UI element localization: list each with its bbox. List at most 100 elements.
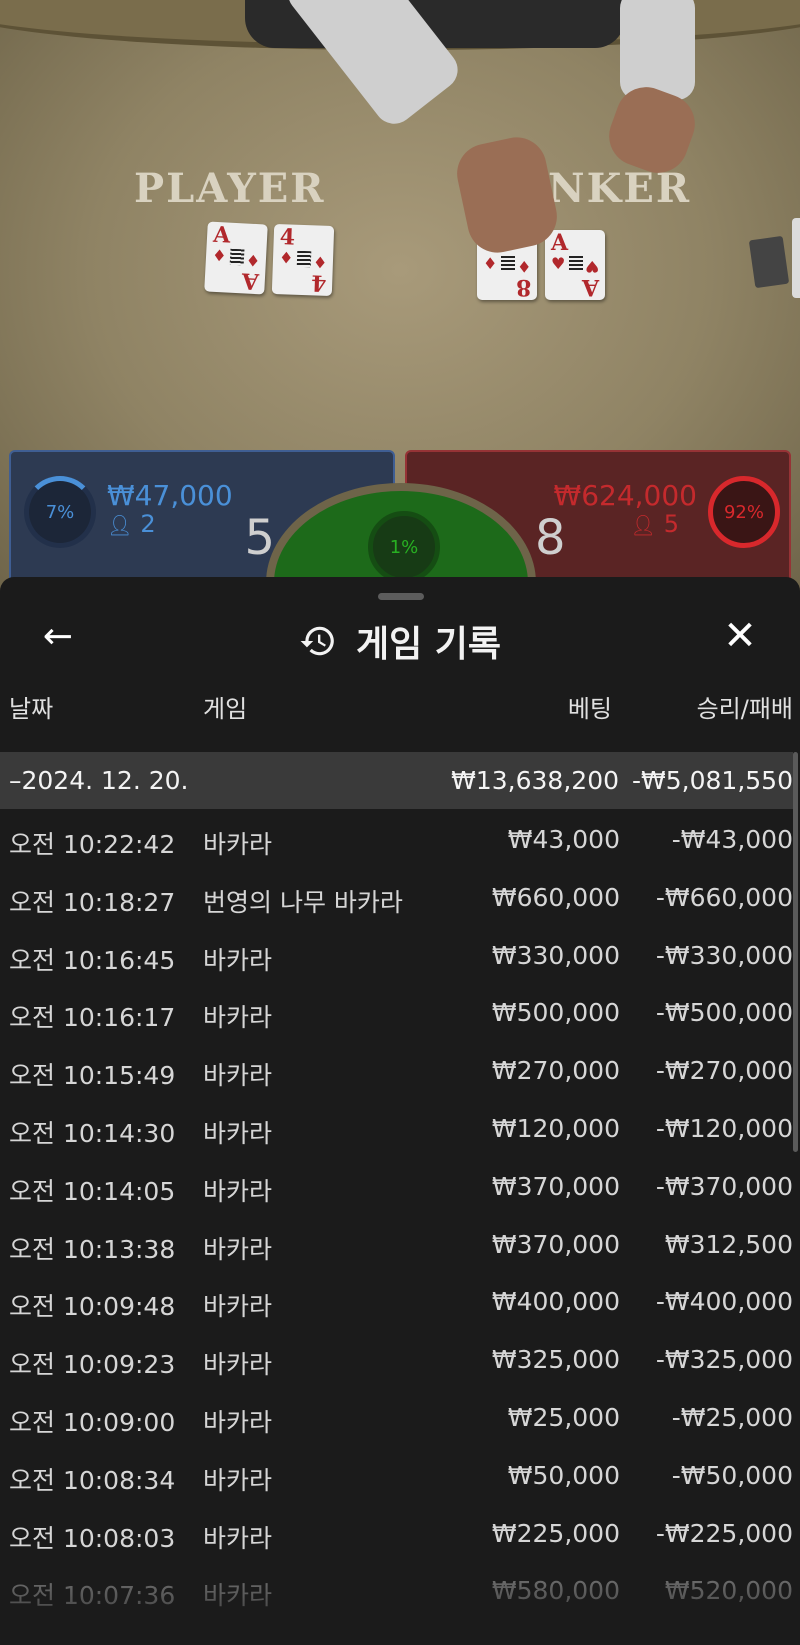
row-bet: ₩325,000 [491, 1345, 620, 1375]
side-scroll-handle[interactable] [792, 218, 800, 298]
row-result: -₩120,000 [655, 1113, 793, 1143]
row-bet: ₩43,000 [507, 825, 620, 854]
table-banker-label: NKER [548, 165, 692, 212]
row-bet: ₩330,000 [491, 940, 620, 970]
banker-card-2: A ♥ A ♥ [545, 230, 605, 300]
date-group-label: –2024. 12. 20. [9, 766, 189, 795]
table-row[interactable]: 오전 10:08:34 바카라 ₩50,000 -₩50,000 [0, 1445, 800, 1503]
row-game: 바카라 [203, 1523, 273, 1553]
banker-score: 8 [535, 510, 566, 566]
player-bet-amount: ₩47,000 [107, 479, 233, 512]
game-history-sheet: ← 게임 기록 ✕ 날짜 게임 베팅 승리/패배 –2024. 12. 20. … [0, 577, 800, 1645]
table-row[interactable]: 오전 10:09:48 바카라 ₩400,000 -₩400,000 [0, 1271, 800, 1329]
row-bet: ₩225,000 [491, 1518, 620, 1548]
row-result: -₩500,000 [655, 998, 793, 1028]
table-row[interactable]: 오전 10:16:45 바카라 ₩330,000 -₩330,000 [0, 925, 800, 983]
row-game: 바카라 [203, 1292, 273, 1322]
list-fade-overlay [0, 1575, 800, 1645]
row-bet: ₩400,000 [491, 1287, 620, 1317]
column-result: 승리/패배 [696, 695, 793, 723]
table-player-label: PLAYER [134, 165, 326, 212]
row-result: -₩330,000 [655, 940, 793, 970]
date-group-row[interactable]: –2024. 12. 20. ₩13,638,200 -₩5,081,550 [0, 752, 793, 809]
table-row[interactable]: 오전 10:13:38 바카라 ₩370,000 ₩312,500 [0, 1214, 800, 1272]
table-row[interactable]: 오전 10:15:49 바카라 ₩270,000 -₩270,000 [0, 1040, 800, 1098]
table-row[interactable]: 오전 10:16:17 바카라 ₩500,000 -₩500,000 [0, 982, 800, 1040]
column-game: 게임 [203, 695, 248, 723]
row-result: -₩50,000 [671, 1460, 793, 1490]
row-bet: ₩660,000 [491, 882, 620, 912]
row-game: 바카라 [203, 1003, 273, 1033]
table-row[interactable]: 오전 10:09:23 바카라 ₩325,000 -₩325,000 [0, 1329, 800, 1387]
row-game: 번영의 나무 바카라 [203, 887, 403, 917]
row-bet: ₩25,000 [507, 1402, 620, 1432]
dealer-arm-right [620, 0, 695, 100]
tie-percent-ring: 1% [368, 511, 440, 583]
sheet-title: 게임 기록 [356, 624, 502, 665]
player-bettor-count: 👤︎ 2 [107, 510, 156, 538]
table-row[interactable]: 오전 10:22:42 바카라 ₩43,000 -₩43,000 [0, 809, 800, 867]
row-bet: ₩50,000 [507, 1460, 620, 1490]
row-game: 바카라 [203, 1465, 273, 1495]
row-bet: ₩270,000 [491, 1056, 620, 1086]
row-game: 바카라 [203, 1407, 273, 1437]
row-time: 오전 10:15:49 [9, 1061, 176, 1091]
close-button[interactable]: ✕ [716, 613, 764, 661]
row-game: 바카라 [203, 1061, 273, 1091]
row-time: 오전 10:13:38 [9, 1234, 176, 1264]
table-row[interactable]: 오전 10:14:05 바카라 ₩370,000 -₩370,000 [0, 1156, 800, 1214]
history-clock-icon [300, 626, 334, 656]
table-row[interactable]: 오전 10:09:00 바카라 ₩25,000 -₩25,000 [0, 1387, 800, 1445]
row-time: 오전 10:16:17 [9, 1003, 176, 1033]
row-game: 바카라 [203, 1350, 273, 1380]
sheet-drag-handle[interactable] [378, 593, 424, 600]
banker-percent-ring: 92% [708, 476, 780, 548]
row-game: 바카라 [203, 1118, 273, 1148]
row-result: -₩370,000 [655, 1171, 793, 1201]
table-row[interactable]: 오전 10:18:27 번영의 나무 바카라 ₩660,000 -₩660,000 [0, 867, 800, 925]
row-result: -₩325,000 [655, 1345, 793, 1375]
person-icon: 👤︎ [107, 513, 133, 537]
player-card-1: A ♦ A ♦ [204, 221, 268, 295]
live-table-video: PLAYER NKER A♦ A♦ 4♦ 4♦ 8♦ 8♦ A♥ A♥ 7% ₩… [0, 0, 800, 600]
player-card-2: 4 ♦ 4 ♦ [271, 223, 335, 297]
row-game: 바카라 [203, 830, 273, 859]
player-percent-ring: 7% [24, 476, 96, 548]
person-icon: 👤︎ [630, 513, 656, 537]
row-result: -₩25,000 [671, 1402, 793, 1432]
row-time: 오전 10:22:42 [9, 830, 176, 859]
row-time: 오전 10:08:34 [9, 1465, 176, 1495]
row-time: 오전 10:16:45 [9, 945, 176, 975]
close-icon: ✕ [723, 613, 757, 659]
banker-bettor-count: 👤︎ 5 [630, 510, 679, 538]
row-bet: ₩500,000 [491, 998, 620, 1028]
row-time: 오전 10:09:48 [9, 1292, 176, 1322]
table-row[interactable]: 오전 10:14:30 바카라 ₩120,000 -₩120,000 [0, 1098, 800, 1156]
banker-bet-amount: ₩624,000 [553, 479, 697, 512]
date-group-bet-total: ₩13,638,200 [451, 766, 619, 795]
row-time: 오전 10:14:30 [9, 1118, 176, 1148]
row-result: ₩312,500 [664, 1229, 793, 1259]
row-result: -₩400,000 [655, 1287, 793, 1317]
row-time: 오전 10:09:00 [9, 1407, 176, 1437]
history-scrollbar[interactable] [793, 752, 798, 1152]
sheet-title-wrap: 게임 기록 [0, 615, 800, 667]
row-bet: ₩370,000 [491, 1171, 620, 1201]
row-game: 바카라 [203, 1176, 273, 1206]
row-result: -₩225,000 [655, 1518, 793, 1548]
row-time: 오전 10:18:27 [9, 887, 176, 917]
row-time: 오전 10:14:05 [9, 1176, 176, 1206]
card-shoe [748, 235, 790, 289]
row-bet: ₩120,000 [491, 1113, 620, 1143]
row-time: 오전 10:09:23 [9, 1350, 176, 1380]
history-column-header: 날짜 게임 베팅 승리/패배 [0, 685, 800, 725]
row-game: 바카라 [203, 945, 273, 975]
sheet-header: ← 게임 기록 ✕ [0, 607, 800, 677]
column-date: 날짜 [9, 695, 54, 723]
row-result: -₩43,000 [671, 825, 793, 854]
table-row[interactable]: 오전 10:08:03 바카라 ₩225,000 -₩225,000 [0, 1503, 800, 1561]
row-game: 바카라 [203, 1234, 273, 1264]
row-result: -₩660,000 [655, 882, 793, 912]
row-time: 오전 10:08:03 [9, 1523, 176, 1553]
date-group-result-total: -₩5,081,550 [632, 766, 793, 795]
